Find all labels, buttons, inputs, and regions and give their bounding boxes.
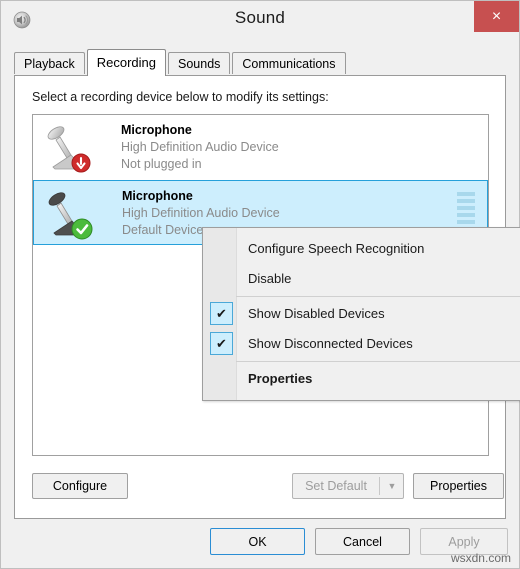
menu-item-label: Configure Speech Recognition [248,241,425,256]
properties-button[interactable]: Properties [413,473,504,499]
device-name: Microphone [122,189,193,203]
window-title: Sound [234,8,286,27]
device-list-item-microphone-unplugged[interactable]: Microphone High Definition Audio Device … [33,115,488,180]
set-default-split-button[interactable]: Set Default ▼ [292,473,404,499]
menu-item-properties[interactable]: Properties [203,364,520,394]
tab-sounds[interactable]: Sounds [168,52,231,74]
microphone-icon [47,126,91,173]
menu-item-disable[interactable]: Disable [203,264,520,294]
cancel-button[interactable]: Cancel [315,528,410,555]
menu-item-label: Show Disconnected Devices [248,336,413,351]
context-menu-items: Configure Speech Recognition Disable ✔ S… [203,228,520,400]
device-description: High Definition Audio Device [122,206,280,220]
tab-recording[interactable]: Recording [86,49,166,76]
window-frame: Sound × Playback Recording Sounds Commun… [0,0,520,569]
instruction-label: Select a recording device below to modif… [32,90,329,104]
checkbox-checked-icon[interactable]: ✔ [210,302,233,325]
tab-playback[interactable]: Playback [14,52,85,74]
checkbox-checked-icon[interactable]: ✔ [210,332,233,355]
title-bar: Sound × [1,1,519,39]
context-menu: Configure Speech Recognition Disable ✔ S… [202,227,520,401]
close-icon[interactable]: × [474,1,519,32]
split-button-divider [379,477,380,495]
menu-separator [236,361,520,362]
menu-item-show-disabled-devices[interactable]: ✔ Show Disabled Devices [203,299,520,329]
device-status: Default Device [122,223,204,237]
set-default-button-label: Set Default [305,479,367,493]
device-description: High Definition Audio Device [121,140,279,154]
sound-dialog-window: Sound × Playback Recording Sounds Commun… [0,0,520,569]
tab-strip: Playback Recording Sounds Communications [14,49,346,76]
ok-button[interactable]: OK [210,528,305,555]
menu-item-label: Properties [248,371,313,386]
watermark-text: wsxdn.com [450,551,511,565]
configure-button[interactable]: Configure [32,473,128,499]
device-status: Not plugged in [121,157,202,171]
menu-item-label: Show Disabled Devices [248,306,385,321]
menu-item-configure-speech-recognition[interactable]: Configure Speech Recognition [203,234,520,264]
tab-communications[interactable]: Communications [232,52,346,74]
device-name: Microphone [121,123,192,137]
menu-item-show-disconnected-devices[interactable]: ✔ Show Disconnected Devices [203,329,520,359]
menu-separator [236,296,520,297]
microphone-icon [48,192,93,240]
menu-item-label: Disable [248,271,292,286]
chevron-down-icon[interactable]: ▼ [381,474,403,498]
